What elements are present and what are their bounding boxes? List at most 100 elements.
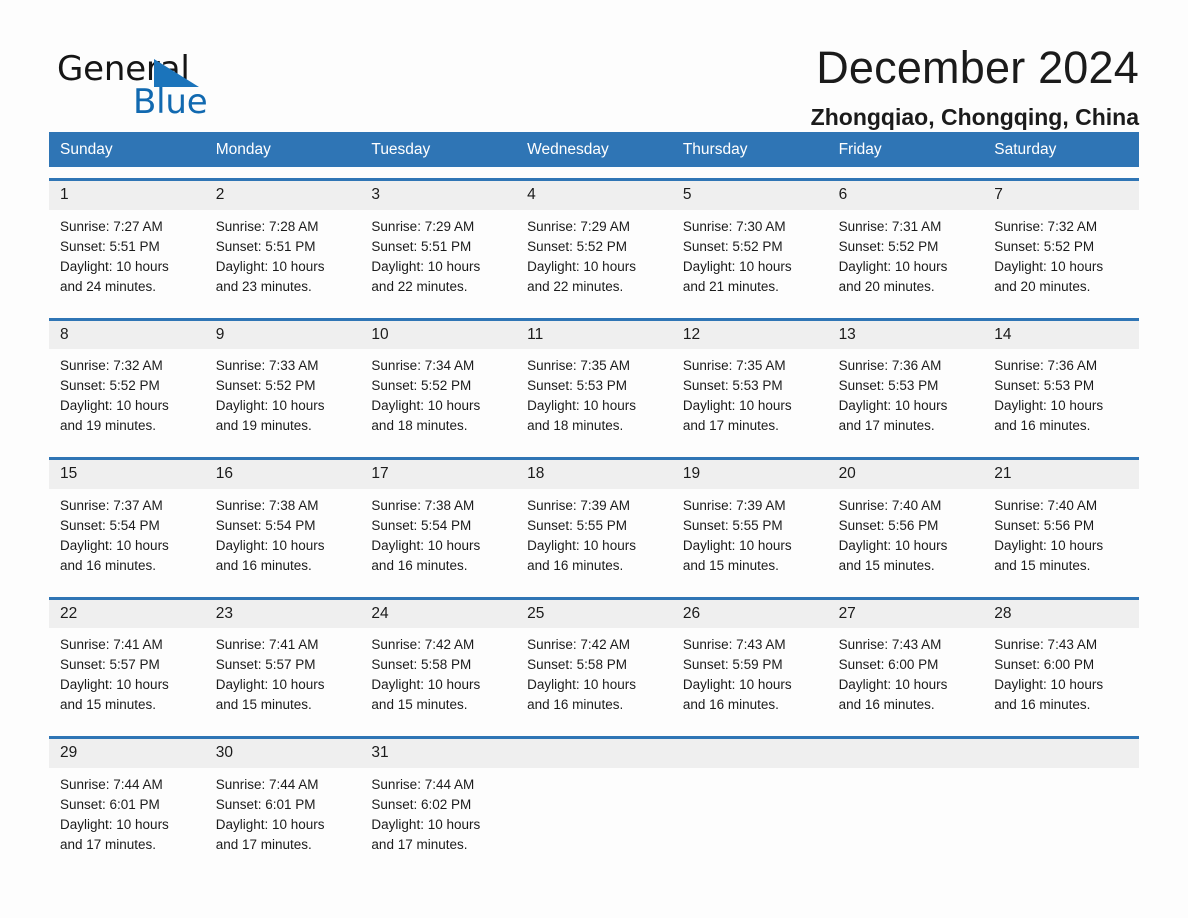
day-cell[interactable]: Sunrise: 7:36 AM Sunset: 5:53 PM Dayligh… xyxy=(983,349,1139,446)
day-cell[interactable]: Sunrise: 7:36 AM Sunset: 5:53 PM Dayligh… xyxy=(828,349,984,446)
day-cell[interactable]: Sunrise: 7:39 AM Sunset: 5:55 PM Dayligh… xyxy=(516,489,672,586)
generalblue-logo[interactable]: General Blue xyxy=(57,44,257,122)
day-cell[interactable]: Sunrise: 7:42 AM Sunset: 5:58 PM Dayligh… xyxy=(360,628,516,725)
day-cell[interactable]: Sunrise: 7:30 AM Sunset: 5:52 PM Dayligh… xyxy=(672,210,828,307)
daylight-text-line2: and 19 minutes. xyxy=(60,418,157,434)
day-number[interactable]: 17 xyxy=(360,460,516,489)
day-cell[interactable]: Sunrise: 7:33 AM Sunset: 5:52 PM Dayligh… xyxy=(205,349,361,446)
day-cells-row: Sunrise: 7:32 AM Sunset: 5:52 PM Dayligh… xyxy=(49,349,1139,447)
day-cells-row: Sunrise: 7:27 AM Sunset: 5:51 PM Dayligh… xyxy=(49,209,1139,307)
day-cell[interactable]: Sunrise: 7:27 AM Sunset: 5:51 PM Dayligh… xyxy=(49,210,205,307)
day-number[interactable]: 25 xyxy=(516,600,672,629)
daylight-text-line1: Daylight: 10 hours xyxy=(682,537,792,553)
logo-text-blue: Blue xyxy=(133,82,208,122)
day-cell[interactable]: Sunrise: 7:42 AM Sunset: 5:58 PM Dayligh… xyxy=(516,628,672,725)
day-number[interactable]: 8 xyxy=(49,321,205,350)
calendar-page: General Blue December 2024 Zhongqiao, Ch… xyxy=(0,0,1188,918)
day-cell[interactable]: Sunrise: 7:29 AM Sunset: 5:51 PM Dayligh… xyxy=(360,210,516,307)
day-cell[interactable]: Sunrise: 7:28 AM Sunset: 5:51 PM Dayligh… xyxy=(205,210,361,307)
day-cell[interactable]: Sunrise: 7:31 AM Sunset: 5:52 PM Dayligh… xyxy=(828,210,984,307)
day-number[interactable]: 30 xyxy=(205,739,361,768)
day-number[interactable]: 3 xyxy=(360,181,516,210)
sunrise-text: Sunrise: 7:40 AM xyxy=(994,497,1098,513)
day-number-empty xyxy=(672,739,828,768)
daylight-text-line1: Daylight: 10 hours xyxy=(527,398,636,414)
day-number[interactable]: 19 xyxy=(672,460,828,489)
day-cell[interactable]: Sunrise: 7:41 AM Sunset: 5:57 PM Dayligh… xyxy=(49,628,205,725)
day-number[interactable]: 24 xyxy=(360,600,516,629)
day-number[interactable]: 4 xyxy=(516,181,672,210)
day-number[interactable]: 21 xyxy=(983,460,1139,489)
day-number[interactable]: 2 xyxy=(205,181,361,210)
day-cell[interactable]: Sunrise: 7:44 AM Sunset: 6:02 PM Dayligh… xyxy=(360,768,516,865)
daylight-text-line2: and 16 minutes. xyxy=(838,697,935,713)
day-number[interactable]: 11 xyxy=(516,321,672,350)
day-number[interactable]: 28 xyxy=(983,600,1139,629)
daylight-text-line1: Daylight: 10 hours xyxy=(215,537,325,553)
daylight-text-line2: and 16 minutes. xyxy=(60,557,157,573)
day-number[interactable]: 6 xyxy=(828,181,984,210)
day-number[interactable]: 18 xyxy=(516,460,672,489)
day-number[interactable]: 10 xyxy=(360,321,516,350)
day-cell[interactable]: Sunrise: 7:35 AM Sunset: 5:53 PM Dayligh… xyxy=(516,349,672,446)
day-cell[interactable]: Sunrise: 7:32 AM Sunset: 5:52 PM Dayligh… xyxy=(983,210,1139,307)
day-number[interactable]: 7 xyxy=(983,181,1139,210)
day-cell[interactable]: Sunrise: 7:44 AM Sunset: 6:01 PM Dayligh… xyxy=(205,768,361,865)
day-number[interactable]: 1 xyxy=(49,181,205,210)
day-number[interactable]: 23 xyxy=(205,600,361,629)
sunrise-text: Sunrise: 7:42 AM xyxy=(527,637,630,653)
day-number[interactable]: 9 xyxy=(205,321,361,350)
day-number[interactable]: 12 xyxy=(672,321,828,350)
day-cell[interactable]: Sunrise: 7:38 AM Sunset: 5:54 PM Dayligh… xyxy=(360,489,516,586)
day-cell[interactable]: Sunrise: 7:43 AM Sunset: 6:00 PM Dayligh… xyxy=(828,628,984,725)
sunset-text: Sunset: 5:52 PM xyxy=(994,238,1095,254)
day-number[interactable]: 29 xyxy=(49,739,205,768)
day-cell[interactable]: Sunrise: 7:43 AM Sunset: 5:59 PM Dayligh… xyxy=(672,628,828,725)
sunset-text: Sunset: 5:53 PM xyxy=(994,378,1095,394)
day-number[interactable]: 15 xyxy=(49,460,205,489)
day-number[interactable]: 13 xyxy=(828,321,984,350)
sunrise-text: Sunrise: 7:31 AM xyxy=(838,218,942,234)
day-cell[interactable]: Sunrise: 7:29 AM Sunset: 5:52 PM Dayligh… xyxy=(516,210,672,307)
day-cell[interactable]: Sunrise: 7:37 AM Sunset: 5:54 PM Dayligh… xyxy=(49,489,205,586)
daylight-text-line1: Daylight: 10 hours xyxy=(682,258,792,274)
sunrise-text: Sunrise: 7:40 AM xyxy=(838,497,942,513)
day-cell[interactable]: Sunrise: 7:32 AM Sunset: 5:52 PM Dayligh… xyxy=(49,349,205,446)
day-cell[interactable]: Sunrise: 7:44 AM Sunset: 6:01 PM Dayligh… xyxy=(49,768,205,865)
day-number[interactable]: 27 xyxy=(828,600,984,629)
weekday-header-tuesday: Tuesday xyxy=(371,141,431,158)
daylight-text-line2: and 17 minutes. xyxy=(215,837,312,853)
day-number[interactable]: 14 xyxy=(983,321,1139,350)
day-number[interactable]: 31 xyxy=(360,739,516,768)
day-number-band: 29 30 31 xyxy=(49,739,1139,769)
day-cell[interactable]: Sunrise: 7:40 AM Sunset: 5:56 PM Dayligh… xyxy=(983,489,1139,586)
day-number[interactable]: 20 xyxy=(828,460,984,489)
daylight-text-line2: and 17 minutes. xyxy=(838,418,935,434)
sunrise-text: Sunrise: 7:41 AM xyxy=(215,637,319,653)
day-number[interactable]: 16 xyxy=(205,460,361,489)
weekday-header-row: Sunday Monday Tuesday Wednesday Thursday… xyxy=(49,132,1139,168)
daylight-text-line1: Daylight: 10 hours xyxy=(60,677,169,693)
daylight-text-line1: Daylight: 10 hours xyxy=(215,677,325,693)
day-cell[interactable]: Sunrise: 7:41 AM Sunset: 5:57 PM Dayligh… xyxy=(205,628,361,725)
sunset-text: Sunset: 5:55 PM xyxy=(527,517,627,533)
sunrise-text: Sunrise: 7:35 AM xyxy=(682,358,786,374)
daylight-text-line2: and 17 minutes. xyxy=(60,837,157,853)
day-cell[interactable]: Sunrise: 7:34 AM Sunset: 5:52 PM Dayligh… xyxy=(360,349,516,446)
day-cell[interactable]: Sunrise: 7:43 AM Sunset: 6:00 PM Dayligh… xyxy=(983,628,1139,725)
daylight-text-line2: and 20 minutes. xyxy=(838,278,935,294)
day-cell[interactable]: Sunrise: 7:38 AM Sunset: 5:54 PM Dayligh… xyxy=(205,489,361,586)
daylight-text-line1: Daylight: 10 hours xyxy=(215,817,325,833)
day-cell[interactable]: Sunrise: 7:40 AM Sunset: 5:56 PM Dayligh… xyxy=(828,489,984,586)
day-number[interactable]: 5 xyxy=(672,181,828,210)
daylight-text-line2: and 15 minutes. xyxy=(371,697,468,713)
day-cell-empty xyxy=(516,768,672,865)
day-number-empty xyxy=(983,739,1139,768)
day-number[interactable]: 22 xyxy=(49,600,205,629)
day-cell[interactable]: Sunrise: 7:35 AM Sunset: 5:53 PM Dayligh… xyxy=(672,349,828,446)
daylight-text-line2: and 16 minutes. xyxy=(527,557,624,573)
day-cell[interactable]: Sunrise: 7:39 AM Sunset: 5:55 PM Dayligh… xyxy=(672,489,828,586)
sunset-text: Sunset: 5:57 PM xyxy=(60,657,160,673)
daylight-text-line1: Daylight: 10 hours xyxy=(527,677,636,693)
day-number[interactable]: 26 xyxy=(672,600,828,629)
